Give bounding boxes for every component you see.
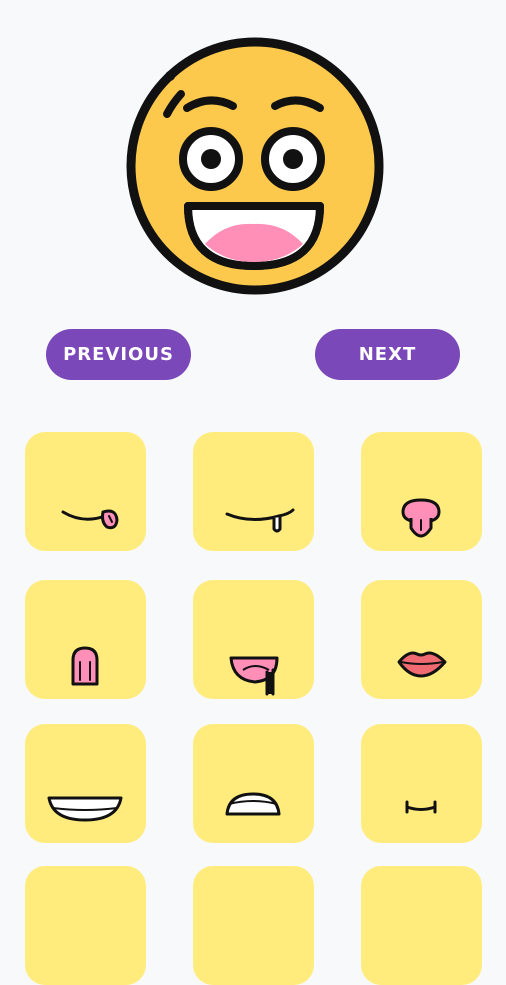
mouth-option-4[interactable] — [25, 580, 146, 699]
mouth-option-2[interactable] — [193, 432, 314, 551]
mouth-option-9[interactable] — [361, 724, 482, 843]
lips-icon — [397, 651, 447, 678]
small-open-mouth-icon — [71, 646, 99, 686]
tongue-out-mouth-icon — [401, 498, 441, 538]
wide-grin-mouth-icon — [47, 796, 123, 822]
mouth-option-8[interactable] — [193, 724, 314, 843]
zipped-mouth-icon — [405, 800, 437, 814]
mouth-option-3[interactable] — [361, 432, 482, 551]
mouth-option-icon — [361, 866, 482, 985]
mouth-option-11[interactable] — [193, 866, 314, 985]
drooling-open-mouth-icon — [229, 656, 279, 696]
mouth-options-grid — [0, 0, 506, 985]
mouth-option-1[interactable] — [25, 432, 146, 551]
mouth-option-icon — [25, 866, 146, 985]
mouth-option-7[interactable] — [25, 724, 146, 843]
mouth-option-10[interactable] — [25, 866, 146, 985]
drool-mouth-icon — [225, 508, 295, 533]
smirk-tongue-mouth-icon — [61, 509, 119, 530]
mouth-option-12[interactable] — [361, 866, 482, 985]
mouth-option-5[interactable] — [193, 580, 314, 699]
teeth-grimace-mouth-icon — [225, 792, 281, 816]
mouth-option-icon — [193, 866, 314, 985]
mouth-option-6[interactable] — [361, 580, 482, 699]
